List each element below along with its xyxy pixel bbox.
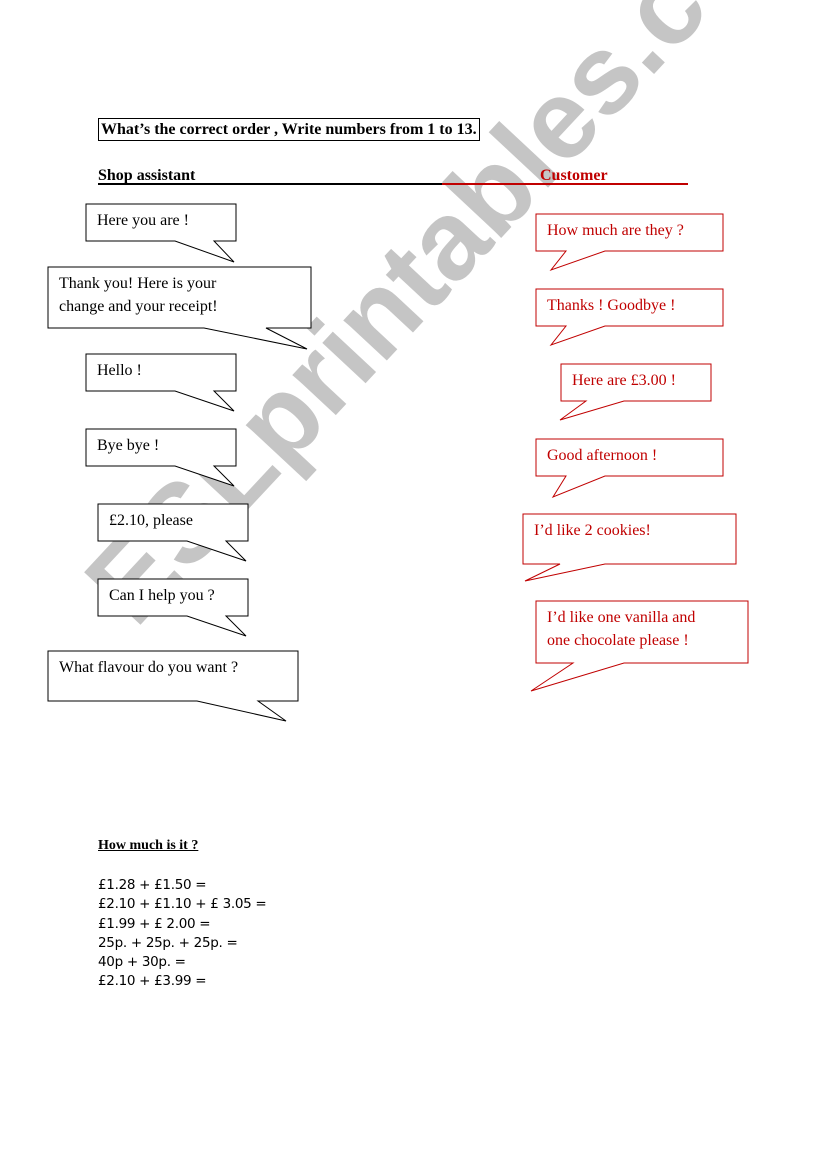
bubble-text: one chocolate please !	[547, 632, 689, 649]
sum-item: £1.99 + £ 2.00 =	[98, 915, 211, 932]
sum-item: £2.10 + £1.10 + £ 3.05 =	[98, 896, 267, 913]
sum-item: £2.10 + £3.99 =	[98, 973, 207, 990]
sums-list: £1.28 + £1.50 = £2.10 + £1.10 + £ 3.05 =…	[98, 876, 267, 992]
sums-title: How much is it ?	[98, 838, 199, 853]
sum-item: 40p + 30p. =	[98, 954, 186, 971]
sum-item: 25p. + 25p. + 25p. =	[98, 934, 238, 951]
sum-item: £1.28 + £1.50 =	[98, 877, 207, 893]
speech-bubble-outline	[530, 600, 749, 692]
bubble-text: I’d like one vanilla and	[547, 609, 696, 626]
